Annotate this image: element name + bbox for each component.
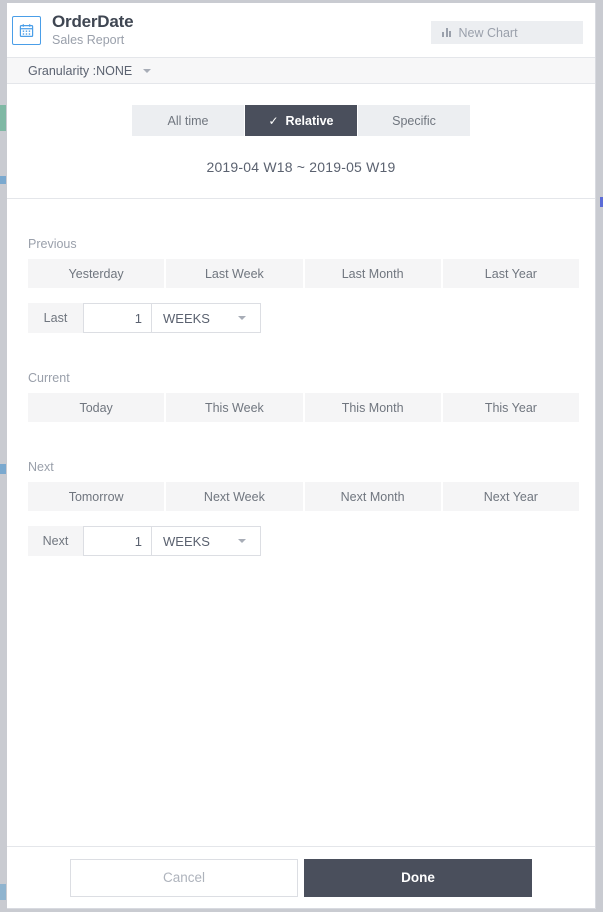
background-sliver-3 (0, 464, 6, 474)
previous-offset-unit-value: WEEKS (163, 310, 210, 326)
new-chart-button[interactable]: New Chart (431, 21, 583, 44)
cancel-button[interactable]: Cancel (70, 858, 298, 897)
tab-relative[interactable]: ✓ Relative (245, 105, 358, 136)
section-current: Current Today This Week This Month This … (28, 371, 579, 422)
tab-specific[interactable]: Specific (358, 105, 470, 136)
previous-offset-label: Last (28, 303, 83, 333)
relative-sections: Previous Yesterday Last Week Last Month … (7, 199, 595, 556)
quick-button-last-year[interactable]: Last Year (442, 259, 579, 288)
next-offset-label: Next (28, 526, 83, 556)
section-previous-quick-row: Yesterday Last Week Last Month Last Year (28, 259, 579, 288)
tab-all-time-label: All time (167, 113, 209, 128)
spacer-previous-current (28, 333, 575, 371)
previous-offset-row: Last 1 WEEKS (28, 303, 261, 333)
check-icon: ✓ (268, 113, 279, 128)
quick-button-label: This Week (204, 400, 264, 415)
selected-range-text: 2019-04 W18 ~ 2019-05 W19 (206, 159, 396, 175)
chevron-down-icon (143, 68, 152, 73)
page-title: OrderDate (52, 12, 134, 31)
quick-button-label: Last Week (204, 266, 264, 281)
quick-button-next-week[interactable]: Next Week (166, 482, 305, 511)
section-next-label: Next (28, 460, 54, 474)
background-sliver-4 (0, 884, 6, 900)
done-button[interactable]: Done (304, 858, 532, 897)
spacer-current-next (28, 422, 575, 460)
mode-tabs-zone: All time ✓ Relative Specific (7, 84, 595, 136)
spacer-top (28, 199, 575, 237)
background-sliver-2 (0, 176, 6, 184)
quick-button-label: This Month (341, 400, 404, 415)
section-current-quick-row: Today This Week This Month This Year (28, 393, 579, 422)
header-title-block: OrderDate Sales Report (52, 12, 134, 48)
quick-button-last-month[interactable]: Last Month (304, 259, 443, 288)
previous-offset-unit-select[interactable]: WEEKS (152, 303, 261, 333)
tab-all-time[interactable]: All time (132, 105, 245, 136)
next-offset-input[interactable]: 1 (83, 526, 152, 556)
chevron-down-icon (238, 316, 246, 320)
dialog-footer: Cancel Done (7, 846, 595, 908)
quick-button-label: Yesterday (68, 266, 124, 281)
quick-button-next-year[interactable]: Next Year (442, 482, 579, 511)
chevron-down-icon (238, 539, 246, 543)
new-chart-label: New Chart (458, 25, 518, 40)
next-offset-unit-value: WEEKS (163, 533, 210, 549)
quick-button-label: Tomorrow (68, 489, 124, 504)
quick-button-next-month[interactable]: Next Month (304, 482, 443, 511)
quick-button-last-week[interactable]: Last Week (166, 259, 305, 288)
granularity-label: Granularity :NONE (28, 63, 133, 78)
quick-button-tomorrow[interactable]: Tomorrow (28, 482, 167, 511)
granularity-bar[interactable]: Granularity :NONE (7, 58, 595, 84)
tab-relative-label: Relative (285, 113, 334, 128)
bar-chart-icon (442, 28, 453, 37)
next-offset-row: Next 1 WEEKS (28, 526, 261, 556)
next-offset-unit-select[interactable]: WEEKS (152, 526, 261, 556)
tab-specific-label: Specific (392, 113, 436, 128)
quick-button-label: Next Year (483, 489, 538, 504)
section-previous: Previous Yesterday Last Week Last Month … (28, 237, 579, 333)
date-filter-dialog: OrderDate Sales Report New Chart Granula… (7, 3, 596, 909)
section-previous-label: Previous (28, 237, 77, 251)
dialog-header: OrderDate Sales Report New Chart (7, 3, 595, 58)
calendar-icon (12, 15, 41, 45)
quick-button-label: This Year (484, 400, 537, 415)
mode-tabs: All time ✓ Relative Specific (132, 105, 470, 136)
quick-button-yesterday[interactable]: Yesterday (28, 259, 167, 288)
previous-offset-input[interactable]: 1 (83, 303, 152, 333)
quick-button-this-week[interactable]: This Week (166, 393, 305, 422)
quick-button-this-year[interactable]: This Year (442, 393, 579, 422)
quick-button-label: Next Week (203, 489, 265, 504)
quick-button-label: Last Month (341, 266, 404, 281)
section-current-label: Current (28, 371, 70, 385)
page-subtitle: Sales Report (52, 33, 125, 47)
quick-button-label: Today (79, 400, 113, 415)
quick-button-today[interactable]: Today (28, 393, 167, 422)
section-next: Next Tomorrow Next Week Next Month Next … (28, 460, 579, 556)
section-next-quick-row: Tomorrow Next Week Next Month Next Year (28, 482, 579, 511)
quick-button-this-month[interactable]: This Month (304, 393, 443, 422)
quick-button-label: Next Month (340, 489, 405, 504)
selected-range-zone: 2019-04 W18 ~ 2019-05 W19 (7, 136, 595, 199)
background-sliver-1 (0, 105, 6, 131)
quick-button-label: Last Year (484, 266, 537, 281)
